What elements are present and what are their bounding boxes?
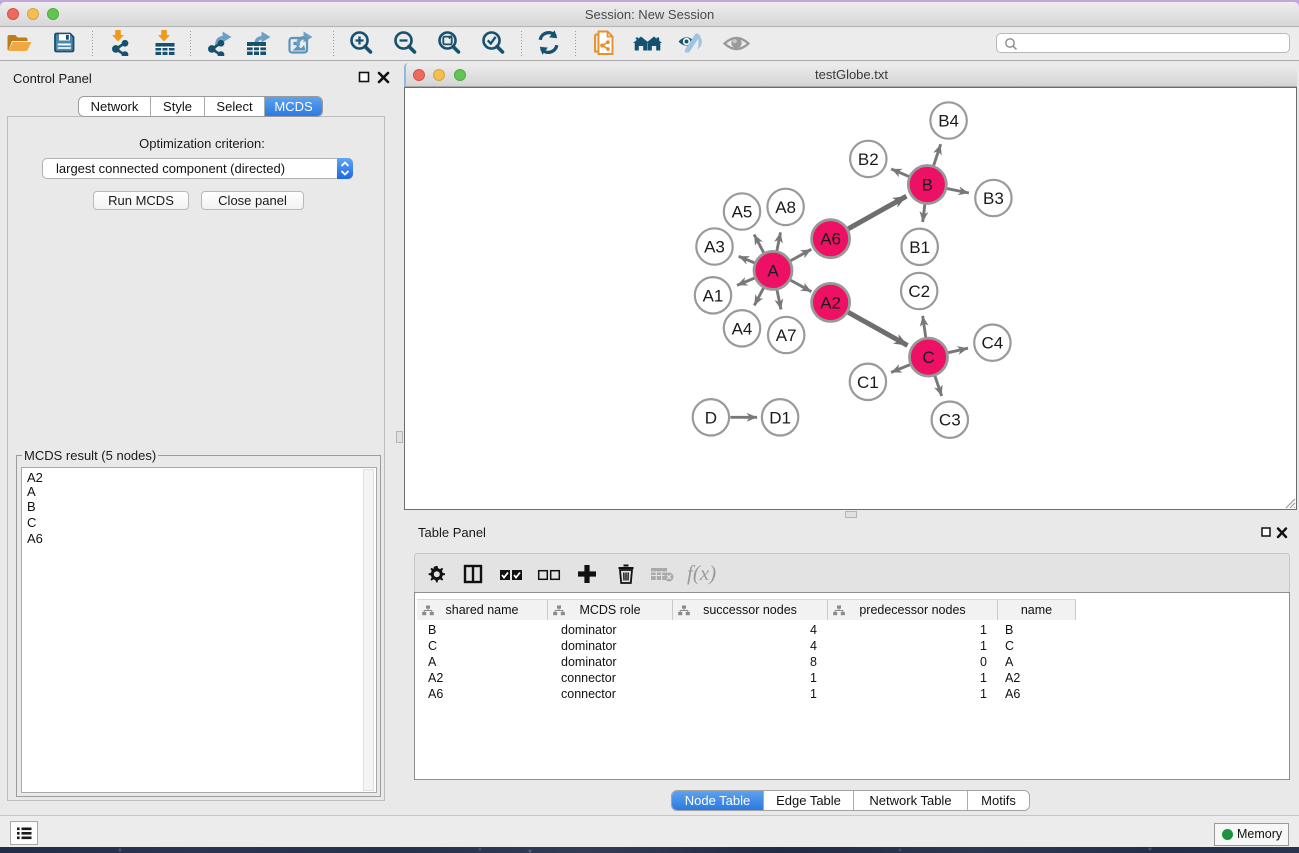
svg-text:A: A: [767, 261, 779, 280]
svg-text:B2: B2: [858, 150, 879, 169]
svg-text:A8: A8: [775, 198, 796, 217]
svg-text:C3: C3: [939, 411, 961, 430]
svg-text:C4: C4: [982, 334, 1004, 353]
svg-text:A1: A1: [703, 286, 724, 305]
svg-text:A5: A5: [732, 203, 753, 222]
svg-text:C: C: [922, 348, 934, 367]
svg-text:A2: A2: [820, 293, 841, 312]
svg-text:B3: B3: [983, 189, 1004, 208]
svg-text:C2: C2: [908, 282, 930, 301]
svg-text:C1: C1: [857, 373, 879, 392]
svg-text:D1: D1: [769, 408, 791, 427]
svg-text:B4: B4: [938, 112, 959, 131]
svg-text:B: B: [922, 176, 933, 195]
svg-text:A6: A6: [820, 230, 841, 249]
svg-text:D: D: [705, 408, 717, 427]
svg-text:A7: A7: [776, 326, 797, 345]
svg-text:A4: A4: [732, 319, 753, 338]
svg-text:B1: B1: [909, 238, 930, 257]
svg-text:A3: A3: [704, 238, 725, 257]
